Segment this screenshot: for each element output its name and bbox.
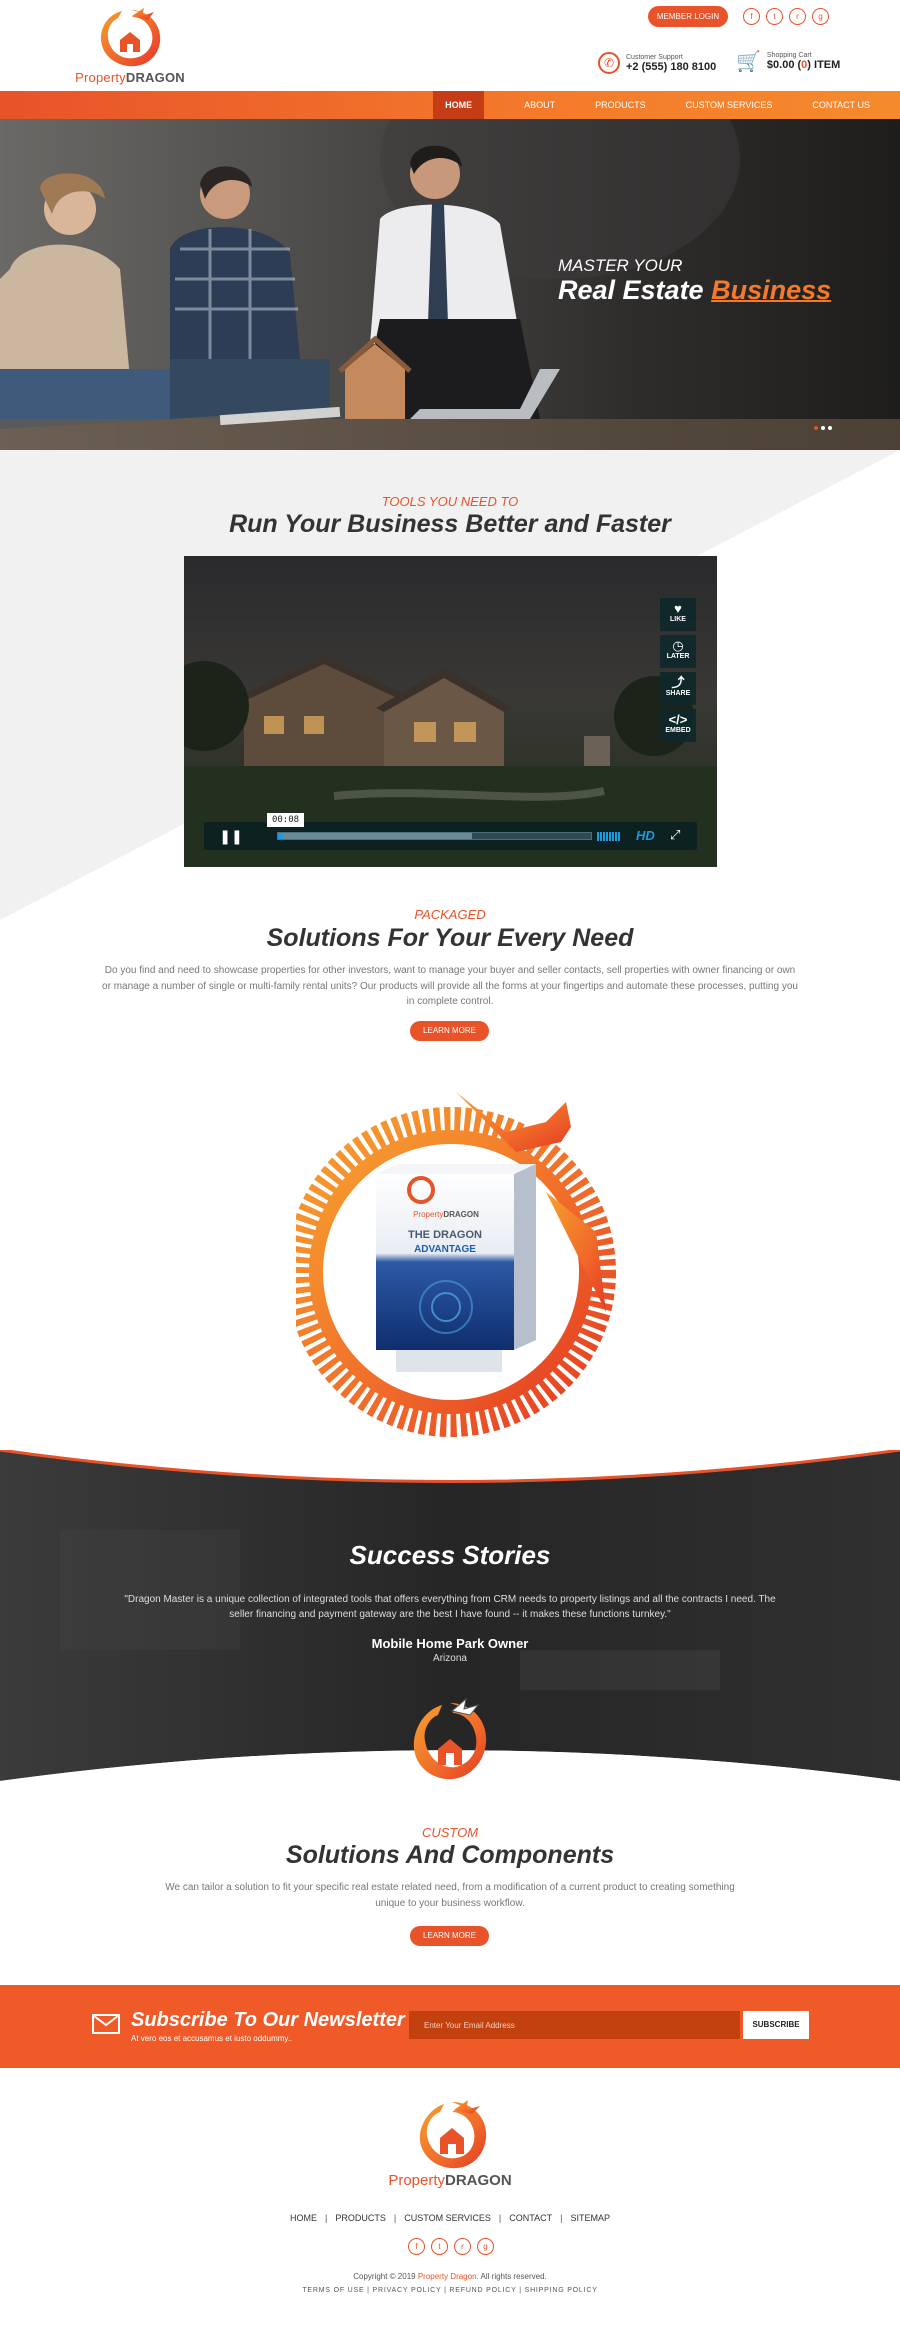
footer-link-home[interactable]: HOME xyxy=(282,2213,325,2223)
footer-link-custom-services[interactable]: CUSTOM SERVICES xyxy=(396,2213,499,2223)
hd-toggle[interactable]: HD xyxy=(636,828,655,843)
facebook-icon[interactable]: f xyxy=(743,8,760,25)
success-title: Success Stories xyxy=(349,1540,551,1570)
rss-icon[interactable]: r xyxy=(789,8,806,25)
dragon-ring-image: PropertyDRAGON THE DRAGON ADVANTAGE xyxy=(286,1092,616,1437)
newsletter-email-input[interactable] xyxy=(409,2011,740,2039)
video-progress-bar[interactable] xyxy=(277,832,592,840)
box-line1: THE DRAGON xyxy=(408,1229,482,1241)
rss-icon[interactable]: r xyxy=(454,2238,471,2255)
testimonial-quote: "Dragon Master is a unique collection of… xyxy=(124,1594,776,1620)
slider-dots xyxy=(814,426,832,430)
dragon-emblem-icon xyxy=(413,1697,487,1780)
copyright: Copyright © 2019 Property Dragon. All ri… xyxy=(353,2272,547,2281)
tools-title: Run Your Business Better and Faster xyxy=(229,510,671,538)
share-icon: ⤴ xyxy=(671,675,685,690)
cart-icon: 🛒 xyxy=(736,51,761,73)
twitter-icon[interactable]: t xyxy=(766,8,783,25)
facebook-icon[interactable]: f xyxy=(408,2238,425,2255)
footer-social-links: f t r g xyxy=(408,2238,494,2255)
footer-link-products[interactable]: PRODUCTS xyxy=(327,2213,394,2223)
video-thumbnail xyxy=(184,656,717,867)
heart-icon: ♥ xyxy=(674,601,682,616)
slider-dot[interactable] xyxy=(821,426,825,430)
tools-kicker: TOOLS YOU NEED TO xyxy=(381,494,519,509)
nav-home[interactable]: HOME xyxy=(433,91,485,119)
video-played xyxy=(278,833,283,839)
packaged-kicker: PACKAGED xyxy=(414,907,486,922)
testimonial-location: Arizona xyxy=(433,1653,467,1664)
footer-dragon-logo-icon xyxy=(419,2100,487,2169)
video-buffered xyxy=(278,833,473,839)
copyright-brand-link[interactable]: Property Dragon xyxy=(418,2272,477,2281)
nav-custom-services[interactable]: CUSTOM SERVICES xyxy=(666,91,793,119)
google-plus-icon[interactable]: g xyxy=(477,2238,494,2255)
video-player[interactable]: ♥ LIKE ◷ LATER ⤴ SHARE </> EMBED ❚❚ 00:08 HD… xyxy=(184,556,717,867)
shopping-cart[interactable]: 🛒 Shopping Cart $0.00 (0) ITEM xyxy=(736,49,840,74)
footer-logo[interactable]: PropertyDRAGON xyxy=(370,2098,530,2194)
custom-title: Solutions And Components xyxy=(285,1841,615,1869)
nav-contact-us[interactable]: CONTACT US xyxy=(792,91,890,119)
hero-kicker: MASTER YOUR xyxy=(558,256,683,275)
testimonial-author: Mobile Home Park Owner xyxy=(371,1636,529,1651)
support-label: Customer Support xyxy=(626,53,683,61)
video-time: 00:08 xyxy=(267,813,304,827)
footer-link-contact[interactable]: CONTACT xyxy=(501,2213,560,2223)
logo-text: PropertyDRAGON xyxy=(75,70,185,85)
pause-icon[interactable]: ❚❚ xyxy=(218,825,244,847)
slider-dot[interactable] xyxy=(814,426,818,430)
footer-link-sitemap[interactable]: SITEMAP xyxy=(562,2213,618,2223)
main-nav: HOME ABOUT PRODUCTS CUSTOM SERVICES CONT… xyxy=(0,91,900,119)
footer-logo-text: PropertyDRAGON xyxy=(388,2172,512,2189)
newsletter-band: Subscribe To Our Newsletter At vero eos … xyxy=(0,1985,900,2068)
envelope-icon xyxy=(92,2014,120,2034)
slider-dot[interactable] xyxy=(828,426,832,430)
video-embed-button[interactable]: </> EMBED xyxy=(660,709,696,742)
packaged-learn-more-button[interactable]: LEARN MORE xyxy=(410,1021,489,1041)
legal-links[interactable]: TERMS OF USE | PRIVACY POLICY | REFUND P… xyxy=(0,2287,900,2294)
custom-learn-more-button[interactable]: LEARN MORE xyxy=(410,1926,489,1946)
property-dragon-logo[interactable]: PropertyDRAGON xyxy=(70,6,190,88)
packaged-description: Do you find and need to showcase propert… xyxy=(102,965,798,1007)
site-header: PropertyDRAGON MEMBER LOGIN f t r g ✆ Cu… xyxy=(0,0,900,90)
footer-nav: HOME | PRODUCTS | CUSTOM SERVICES | CONTACT… xyxy=(0,2213,900,2223)
fullscreen-icon[interactable]: ⤢ xyxy=(670,827,680,843)
nav-about[interactable]: ABOUT xyxy=(504,91,575,119)
newsletter-subtitle: At vero eos et accusamus et iusto oddumm… xyxy=(131,2034,293,2043)
customer-support[interactable]: ✆ Customer Support +2 (555) 180 8100 xyxy=(598,49,716,77)
cart-summary: $0.00 (0) ITEM xyxy=(766,59,841,71)
video-side-actions: ♥ LIKE ◷ LATER ⤴ SHARE </> EMBED xyxy=(660,598,696,742)
cart-label: Shopping Cart xyxy=(766,52,812,59)
video-later-button[interactable]: ◷ LATER xyxy=(660,635,696,668)
box-line2: ADVANTAGE xyxy=(414,1244,476,1255)
packaged-title: Solutions For Your Every Need xyxy=(266,924,634,952)
dragon-advantage-product[interactable]: PropertyDRAGON THE DRAGON ADVANTAGE xyxy=(286,1072,616,1444)
newsletter-title: Subscribe To Our Newsletter xyxy=(131,2009,405,2031)
box-logo-text: PropertyDRAGON xyxy=(413,1210,479,1219)
clock-icon: ◷ xyxy=(672,638,684,653)
nav-products[interactable]: PRODUCTS xyxy=(575,91,666,119)
subscribe-button[interactable]: SUBSCRIBE xyxy=(743,2011,809,2039)
phone-icon: ✆ xyxy=(598,52,620,74)
member-login-button[interactable]: MEMBER LOGIN xyxy=(648,6,728,27)
header-social-links: f t r g xyxy=(743,8,829,25)
volume-icon[interactable] xyxy=(597,832,620,841)
support-phone[interactable]: +2 (555) 180 8100 xyxy=(626,61,716,73)
custom-description: We can tailor a solution to fit your spe… xyxy=(165,1882,735,1909)
video-share-button[interactable]: ⤴ SHARE xyxy=(660,672,696,705)
embed-icon: </> xyxy=(668,712,688,727)
google-plus-icon[interactable]: g xyxy=(812,8,829,25)
twitter-icon[interactable]: t xyxy=(431,2238,448,2255)
custom-kicker: CUSTOM xyxy=(421,1825,479,1840)
hero-banner: MASTER YOUR Real Estate Business xyxy=(0,119,900,450)
video-like-button[interactable]: ♥ LIKE xyxy=(660,598,696,631)
hero-title: Real Estate Business xyxy=(558,275,832,305)
dragon-logo-icon xyxy=(100,8,161,67)
